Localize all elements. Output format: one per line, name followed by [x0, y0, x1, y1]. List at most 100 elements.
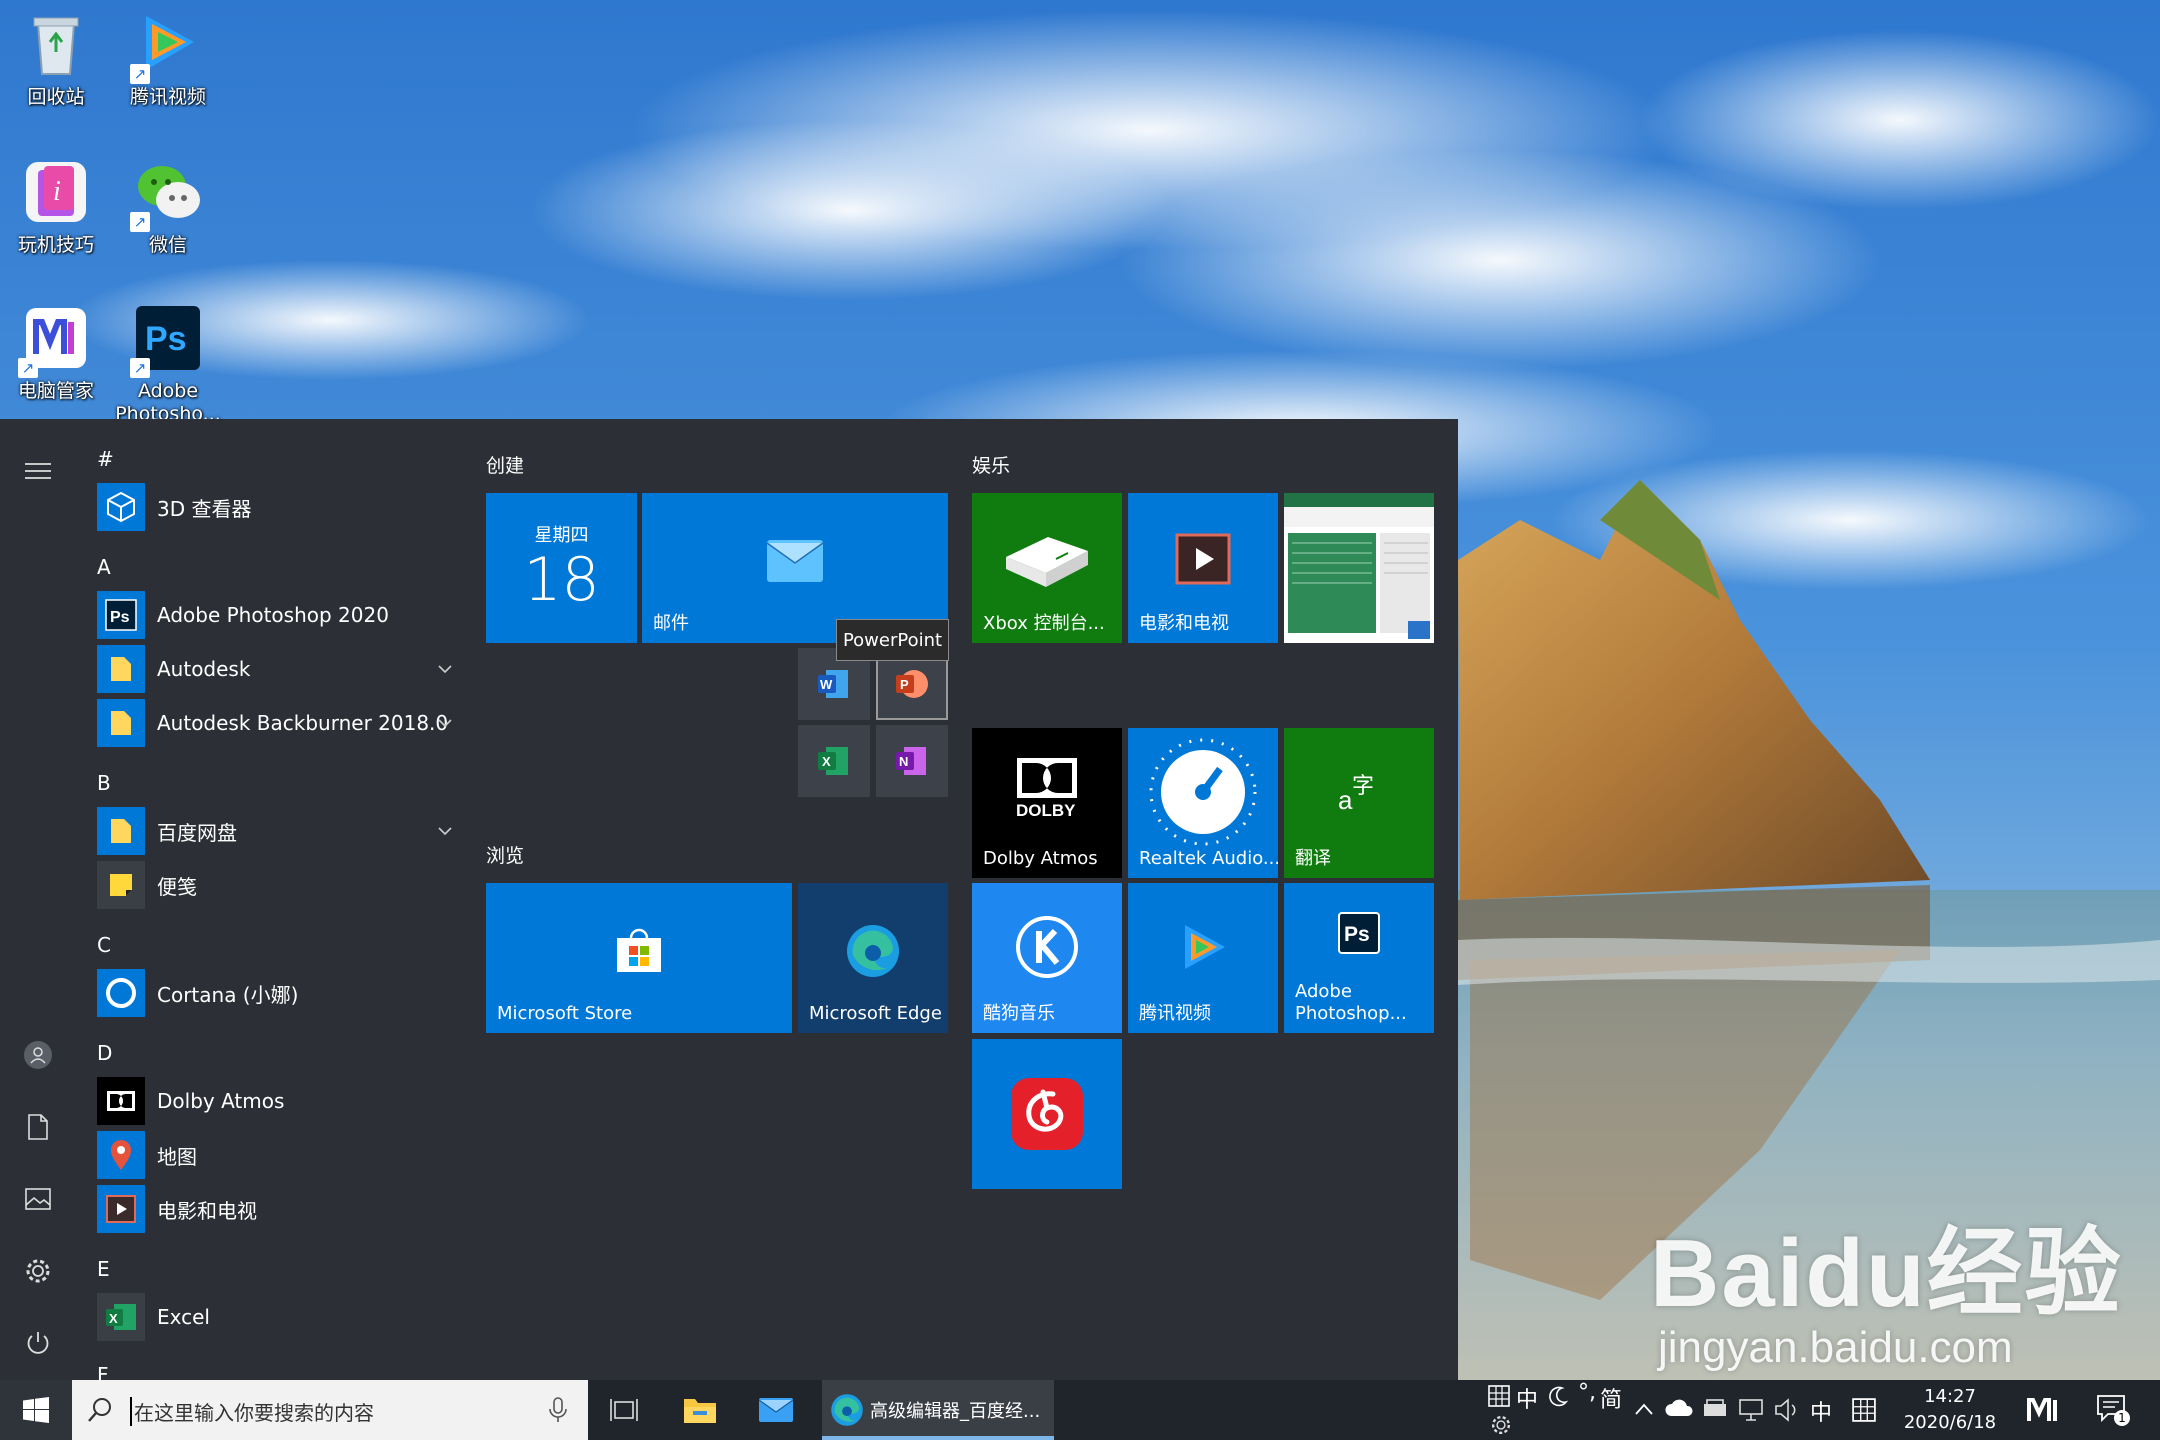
taskbar-clock[interactable]: 14:27 2020/6/18: [1888, 1384, 2012, 1436]
ime-mode-chinese[interactable]: 中: [1516, 1382, 1538, 1414]
app-list-letter-d[interactable]: D: [97, 1041, 112, 1065]
ime-grid-icon[interactable]: [1852, 1398, 1876, 1422]
app-3d-viewer[interactable]: 3D 查看器: [97, 483, 457, 531]
taskbar: 在这里输入你要搜索的内容 高级编辑器_百度经... 中 °, 简 中 14:27…: [0, 1380, 2160, 1440]
app-list-letter-hash[interactable]: #: [97, 447, 114, 471]
tile-kugou-music[interactable]: 酷狗音乐: [972, 883, 1122, 1033]
tile-excel-live-preview[interactable]: [1284, 493, 1434, 643]
microphone-icon[interactable]: [548, 1396, 568, 1424]
chevron-down-icon[interactable]: [433, 657, 457, 681]
svg-text:X: X: [109, 1311, 118, 1326]
shortcut-arrow-icon: ↗: [18, 358, 38, 378]
half-width-moon-icon[interactable]: [1548, 1386, 1568, 1408]
dolby-icon: [97, 1077, 145, 1125]
taskbar-edge-window[interactable]: 高级编辑器_百度经...: [822, 1380, 1054, 1440]
hamburger-icon[interactable]: [18, 451, 58, 491]
document-icon[interactable]: [18, 1107, 58, 1147]
tile-label: 酷狗音乐: [983, 1003, 1055, 1024]
taskbar-search-box[interactable]: 在这里输入你要搜索的内容: [72, 1380, 588, 1440]
ime-settings-icon[interactable]: [1490, 1414, 1512, 1436]
tile-tencent-video[interactable]: 腾讯视频: [1128, 883, 1278, 1033]
user-icon[interactable]: [18, 1035, 58, 1075]
group-title-browse[interactable]: 浏览: [486, 841, 524, 868]
tile-calendar[interactable]: 星期四 18: [486, 493, 637, 643]
app-adobe-photoshop[interactable]: Ps Adobe Photoshop 2020: [97, 591, 457, 639]
app-list-letter-c[interactable]: C: [97, 933, 111, 957]
app-maps[interactable]: 地图: [97, 1131, 457, 1179]
tile-movies-tv[interactable]: 电影和电视: [1128, 493, 1278, 643]
app-list-letter-b[interactable]: B: [97, 771, 111, 795]
tile-xbox[interactable]: Xbox 控制台...: [972, 493, 1122, 643]
app-movies-tv[interactable]: 电影和电视: [97, 1185, 457, 1233]
desktop-icon-recycle-bin[interactable]: 回收站: [0, 8, 112, 109]
spreadsheet-preview-thumbnail: [1284, 493, 1434, 639]
pictures-icon[interactable]: [18, 1179, 58, 1219]
ime-toolbar[interactable]: 中 °, 简: [1484, 1380, 1656, 1440]
app-name: 3D 查看器: [157, 496, 252, 521]
mini-tile-excel[interactable]: X: [798, 725, 870, 797]
tile-adobe-photoshop[interactable]: Ps Adobe Photoshop...: [1284, 883, 1434, 1033]
mini-tile-onenote[interactable]: N: [876, 725, 948, 797]
netease-music-icon: [972, 1039, 1122, 1189]
desktop-icon-tencent-video[interactable]: ↗ 腾讯视频: [112, 8, 224, 109]
tile-label: Xbox 控制台...: [983, 613, 1105, 634]
app-sticky-notes[interactable]: 便笺: [97, 861, 457, 909]
app-folder-autodesk-backburner[interactable]: Autodesk Backburner 2018.0: [97, 699, 457, 747]
task-view-button[interactable]: [600, 1380, 648, 1440]
clock-date: 2020/6/18: [1903, 1412, 1997, 1433]
desktop-icon-wechat[interactable]: ↗ 微信: [112, 156, 224, 257]
desktop-icon-label: 回收站: [27, 86, 85, 108]
tile-realtek-audio[interactable]: Realtek Audio...: [1128, 728, 1278, 878]
input-language-indicator[interactable]: 中: [1810, 1395, 1832, 1427]
search-icon: [88, 1398, 111, 1422]
wechat-icon: ↗: [130, 156, 204, 232]
app-dolby-atmos[interactable]: Dolby Atmos: [97, 1077, 457, 1125]
app-name: 电影和电视: [157, 1198, 257, 1223]
svg-text:Ps: Ps: [1344, 923, 1370, 946]
tile-label: Microsoft Store: [497, 1003, 633, 1024]
desktop-icon-tips[interactable]: i 玩机技巧: [0, 156, 112, 257]
tips-app-icon: i: [20, 156, 92, 228]
powerpoint-tooltip: PowerPoint: [836, 619, 949, 661]
desktop-icon-label: 电脑管家: [17, 380, 94, 402]
tile-translator[interactable]: a字 翻译: [1284, 728, 1434, 878]
desktop-icon-photoshop[interactable]: Ps ↗ Adobe Photosho...: [112, 302, 224, 426]
app-name: 百度网盘: [157, 820, 237, 845]
pc-manager-tray-icon[interactable]: [2026, 1396, 2062, 1424]
start-menu: # 3D 查看器 A Ps Adobe Photoshop 2020 Autod…: [0, 419, 1458, 1380]
battery-device-icon[interactable]: [1702, 1398, 1730, 1420]
taskbar-file-explorer[interactable]: [676, 1380, 724, 1440]
ime-grid-icon[interactable]: [1488, 1385, 1510, 1407]
group-title-create[interactable]: 创建: [486, 451, 524, 478]
group-title-entertainment[interactable]: 娱乐: [972, 451, 1010, 478]
tile-microsoft-store[interactable]: Microsoft Store: [486, 883, 792, 1033]
tile-dolby-atmos[interactable]: DOLBY Dolby Atmos: [972, 728, 1122, 878]
chevron-up-icon[interactable]: [1634, 1402, 1654, 1416]
onedrive-cloud-icon[interactable]: [1664, 1398, 1694, 1418]
power-icon[interactable]: [18, 1323, 58, 1363]
app-list-letter-f[interactable]: F: [97, 1363, 109, 1380]
app-list-letter-e[interactable]: E: [97, 1257, 110, 1281]
app-folder-baidu-netdisk[interactable]: 百度网盘: [97, 807, 457, 855]
app-excel[interactable]: X Excel: [97, 1293, 457, 1341]
ime-simplified[interactable]: 简: [1600, 1382, 1622, 1414]
settings-icon[interactable]: [18, 1251, 58, 1291]
chevron-down-icon[interactable]: [433, 819, 457, 843]
app-list-letter-a[interactable]: A: [97, 555, 111, 579]
network-icon[interactable]: [1738, 1398, 1766, 1422]
action-center-button[interactable]: 1: [2096, 1394, 2130, 1426]
svg-text:X: X: [822, 754, 831, 769]
svg-text:a: a: [1338, 785, 1353, 815]
punctuation-icon[interactable]: °,: [1578, 1380, 1596, 1405]
shortcut-arrow-icon: ↗: [130, 212, 150, 232]
volume-icon[interactable]: [1774, 1398, 1800, 1422]
app-cortana[interactable]: Cortana (小娜): [97, 969, 457, 1017]
desktop-icon-pc-manager[interactable]: ↗ 电脑管家: [0, 302, 112, 403]
start-button[interactable]: [0, 1380, 72, 1440]
tile-netease-music[interactable]: [972, 1039, 1122, 1189]
app-folder-autodesk[interactable]: Autodesk: [97, 645, 457, 693]
taskbar-mail[interactable]: [752, 1380, 800, 1440]
chevron-down-icon[interactable]: [433, 711, 457, 735]
tile-microsoft-edge[interactable]: Microsoft Edge: [798, 883, 948, 1033]
folder-icon: [97, 645, 145, 693]
